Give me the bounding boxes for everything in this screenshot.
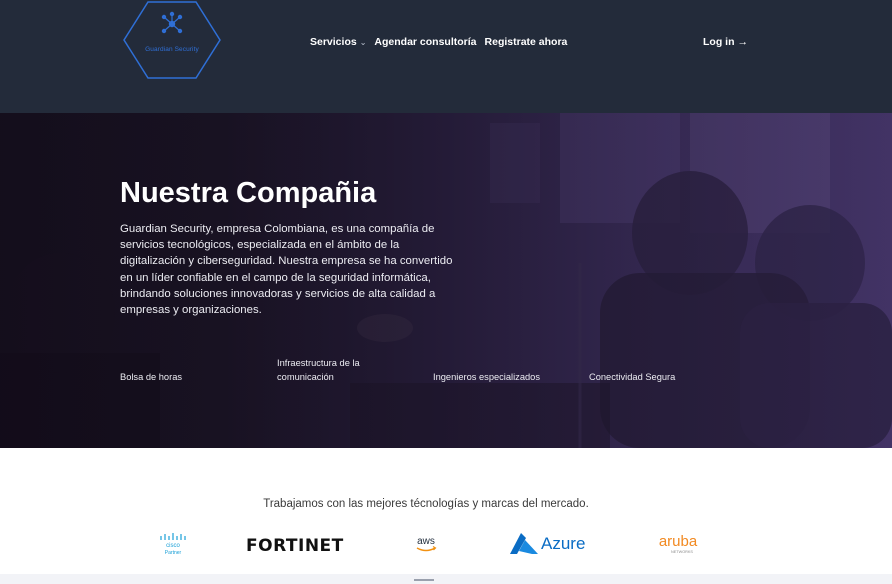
nav-item-agendar-consultoria[interactable]: Agendar consultoría [374,36,476,48]
azure-logo-icon [510,533,538,554]
brands-section: Trabajamos con las mejores técnologías y… [0,448,892,574]
svg-text:aruba: aruba [659,533,698,550]
site-header: Guardian Security Servicios ⌄ Agendar co… [0,0,892,113]
main-nav: Servicios ⌄ Agendar consultoría Registra… [310,36,575,48]
feature-bolsa-de-horas: Bolsa de horas [120,372,183,382]
nav-item-label: Registrate ahora [484,36,568,48]
azure-logo-text: Azure [541,534,586,553]
login-label: Log in [703,36,735,48]
nav-item-servicios[interactable]: Servicios ⌄ [310,36,366,48]
nav-item-label: Servicios [310,36,357,48]
svg-text:aws: aws [417,536,435,547]
hero-title: Nuestra Compañia [120,177,377,209]
hexagon-logo-icon [123,1,221,79]
brands-title: Trabajamos con las mejores técnologías y… [263,498,589,510]
aws-logo-icon: aws [413,534,439,554]
hero-section: Nuestra Compañia Guardian Security, empr… [0,113,892,448]
azure-logo: Azure [508,532,585,556]
feature-conectividad: Conectividad Segura [589,372,676,382]
hero-description: Guardian Security, empresa Colombiana, e… [120,223,453,317]
guardian-security-logo[interactable]: Guardian Security [120,0,224,80]
cisco-logo-icon: cisco Partner [156,532,190,556]
nav-item-registrate-ahora[interactable]: Registrate ahora [485,36,568,48]
svg-text:NETWORKS: NETWORKS [671,550,693,554]
feature-ingenieros: Ingenieros especializados [433,372,540,382]
bottom-strip [0,574,892,584]
aruba-logo-icon: aruba NETWORKS [646,532,710,556]
nav-item-label: Agendar consultoría [374,36,477,48]
svg-text:cisco: cisco [166,543,180,549]
login-link[interactable]: Log in → [703,36,748,48]
feature-infraestructura: Infraestructura de la comunicación [277,358,360,382]
logo-text: Guardian Security [145,46,199,53]
fortinet-logo-icon: FORTINET [246,536,344,556]
svg-text:Partner: Partner [165,550,182,556]
arrow-right-icon: → [737,36,749,48]
chevron-down-icon: ⌄ [359,37,367,47]
scroll-handle[interactable] [414,579,434,581]
